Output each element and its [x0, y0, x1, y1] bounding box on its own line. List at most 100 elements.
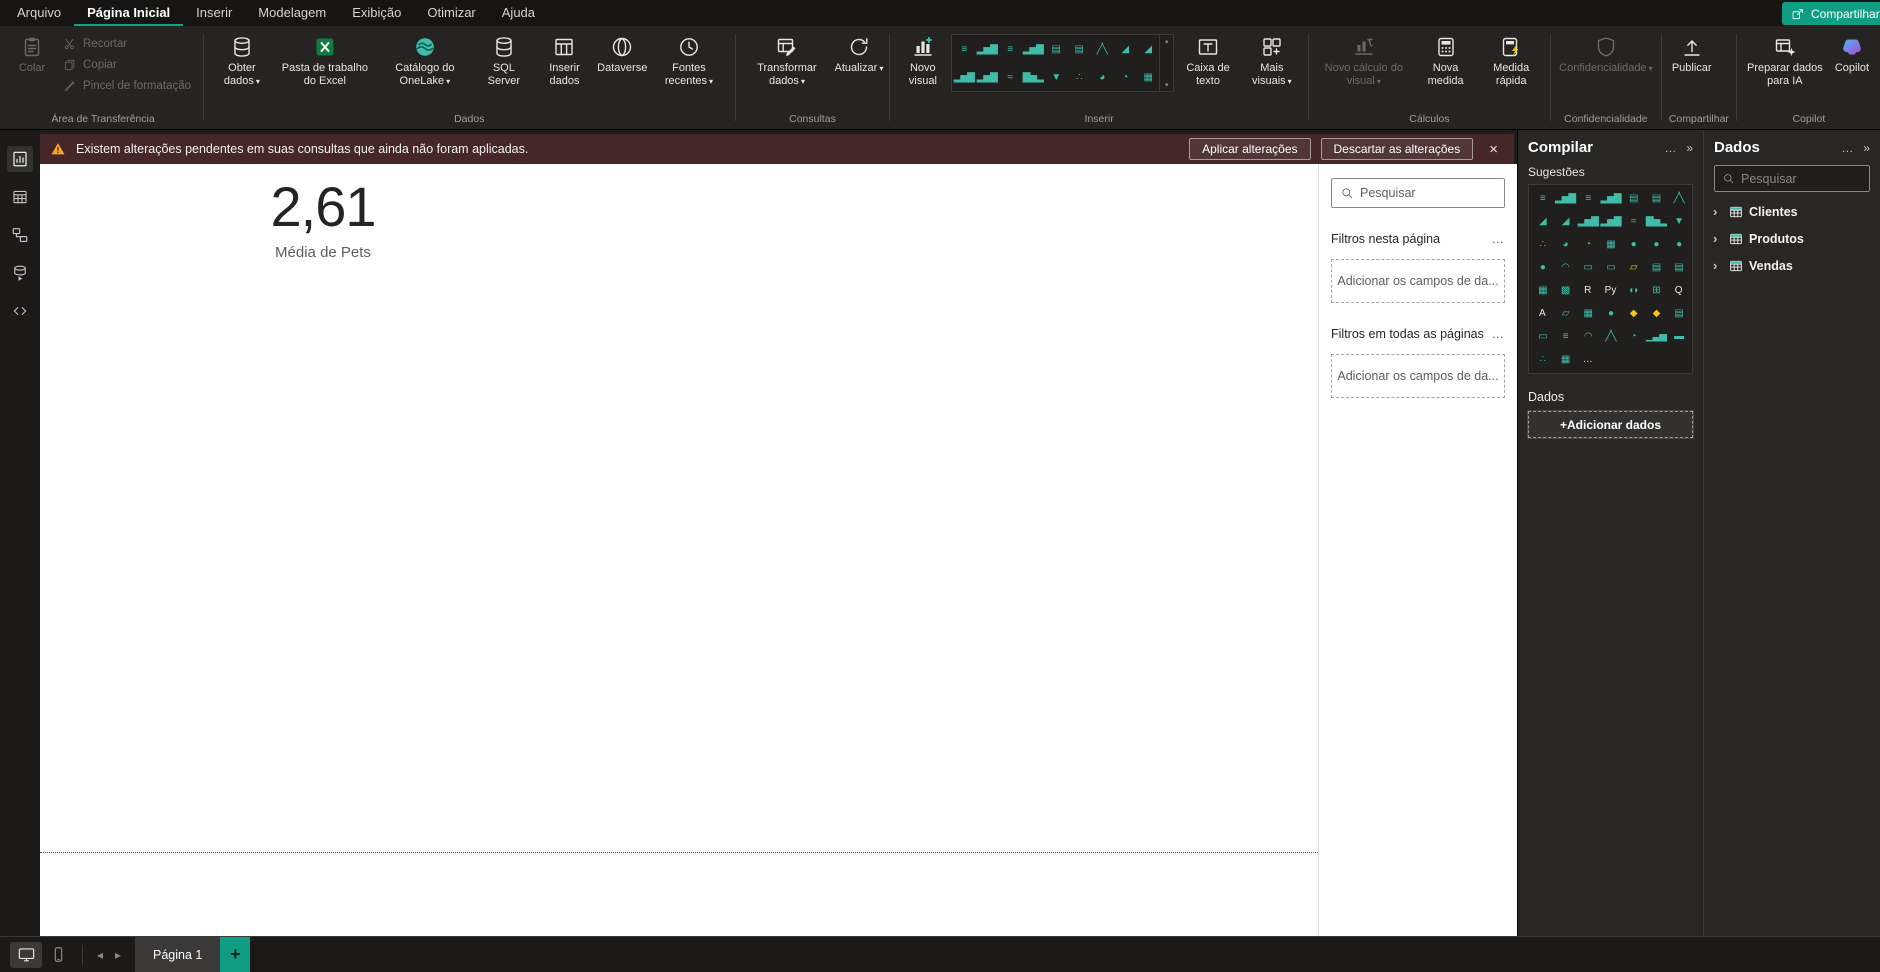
apply-changes-button[interactable]: Aplicar alterações	[1189, 138, 1311, 160]
discard-changes-button[interactable]: Descartar as alterações	[1320, 138, 1474, 160]
pincel-de-formatacao-button[interactable]: Pincel de formatação	[57, 78, 197, 94]
report-view-button[interactable]	[7, 146, 33, 172]
python-visual-icon[interactable]: Py	[1599, 279, 1622, 302]
filter-dropzone[interactable]: Adicionar os campos de da...	[1331, 259, 1505, 303]
table-item-produtos[interactable]: › Produtos	[1704, 225, 1880, 252]
nova-medida-button[interactable]: Nova medida	[1415, 29, 1477, 90]
filter-section-more-icon[interactable]: …	[1492, 232, 1506, 246]
smart-narrative-icon[interactable]: A	[1531, 302, 1554, 325]
publicar-button[interactable]: Publicar	[1668, 29, 1716, 77]
tmdl-view-button[interactable]	[7, 298, 33, 324]
table-view-button[interactable]	[7, 184, 33, 210]
table-item-vendas[interactable]: › Vendas	[1704, 252, 1880, 279]
menu-item-otimizar[interactable]: Otimizar	[414, 0, 488, 26]
share-button[interactable]: Compartilhar	[1782, 2, 1880, 25]
filter-dropzone[interactable]: Adicionar os campos de da...	[1331, 354, 1505, 398]
previous-page-arrow[interactable]: ◂	[91, 948, 109, 962]
novo-visual-button[interactable]: Novo visual	[896, 29, 949, 90]
build-pane-collapse-icon[interactable]: »	[1686, 141, 1693, 155]
report-canvas[interactable]: 2,61 Média de Pets	[40, 164, 1318, 936]
clustered-bar-chart-icon[interactable]: ≡	[1576, 187, 1599, 210]
100-stacked-bar-chart-icon[interactable]: ▤	[1622, 187, 1645, 210]
bullet-chart-icon[interactable]: ▬	[1667, 325, 1690, 348]
line-and-clustered-column-chart-icon[interactable]: ▂▅▇	[1599, 210, 1622, 233]
area-chart-icon[interactable]: ◢	[1113, 35, 1136, 63]
stacked-area-chart-icon[interactable]: ◢	[1554, 210, 1577, 233]
shape-map-icon[interactable]: ●	[1667, 233, 1690, 256]
copilot-button[interactable]: Copilot	[1829, 29, 1875, 77]
gauge-icon[interactable]: ◠	[1554, 256, 1577, 279]
banner-close-icon[interactable]: ×	[1483, 141, 1504, 158]
100-stacked-column-chart-icon[interactable]: ▤	[1645, 187, 1668, 210]
build-pane-more-icon[interactable]: …	[1664, 141, 1676, 155]
treemap-icon[interactable]: ▦	[1599, 233, 1622, 256]
treemap-icon[interactable]: ▦	[1136, 63, 1159, 91]
preparar-dados-para-ia-button[interactable]: Preparar dados para IA	[1743, 29, 1827, 90]
menu-item-modelagem[interactable]: Modelagem	[245, 0, 339, 26]
histogram-icon[interactable]: ▁▃▅	[1645, 325, 1668, 348]
menu-item-arquivo[interactable]: Arquivo	[4, 0, 74, 26]
medida-rapida-button[interactable]: Medida rápida	[1478, 29, 1544, 90]
line-chart-icon[interactable]: ╱╲	[1090, 35, 1113, 63]
ribbon-chart-icon[interactable]: ≈	[998, 63, 1021, 91]
paginated-report-icon[interactable]: ▦	[1576, 302, 1599, 325]
gallery-scroll-up-icon[interactable]: ▴	[1165, 37, 1169, 45]
mais-visuais-button[interactable]: Mais visuais ▾	[1242, 29, 1302, 90]
menu-item-pagina-inicial[interactable]: Página Inicial	[74, 0, 184, 26]
line-chart-icon[interactable]: ╱╲	[1667, 187, 1690, 210]
r-script-visual-icon[interactable]: R	[1576, 279, 1599, 302]
table-item-clientes[interactable]: › Clientes	[1704, 198, 1880, 225]
desktop-layout-button[interactable]	[10, 941, 42, 968]
caixa-de-texto-button[interactable]: Caixa de texto	[1176, 29, 1240, 90]
table-icon[interactable]: ▦	[1531, 279, 1554, 302]
key-influencers-icon[interactable]: ◖◗	[1622, 279, 1645, 302]
pasta-de-trabalho-do-excel-button[interactable]: Pasta de trabalho do Excel	[276, 29, 374, 90]
data-pane-collapse-icon[interactable]: »	[1863, 141, 1870, 155]
fontes-recentes-button[interactable]: Fontes recentes ▾	[649, 29, 728, 90]
filter-section-more-icon[interactable]: …	[1492, 327, 1506, 341]
donut-chart-icon[interactable]: ◔	[1576, 233, 1599, 256]
button-slicer-icon[interactable]: ▤	[1667, 256, 1690, 279]
stacked-bar-chart-icon[interactable]: ≡	[1531, 187, 1554, 210]
ribbon-chart-icon[interactable]: ≈	[1622, 210, 1645, 233]
clustered-bar-chart-icon[interactable]: ≡	[998, 35, 1021, 63]
arcgis-map-icon[interactable]: ●	[1599, 302, 1622, 325]
filters-search-input[interactable]	[1360, 186, 1496, 200]
metrics-icon[interactable]: ▱	[1554, 302, 1577, 325]
clustered-column-chart-icon[interactable]: ▂▅▇	[1021, 35, 1044, 63]
recortar-button[interactable]: Recortar	[57, 36, 197, 52]
add-data-button[interactable]: +Adicionar dados	[1527, 410, 1694, 439]
slicer-icon[interactable]: ▤	[1645, 256, 1668, 279]
paste-button[interactable]: Colar	[9, 29, 55, 77]
data-search-input[interactable]	[1741, 171, 1862, 186]
stacked-column-chart-icon[interactable]: ▂▅▇	[975, 35, 998, 63]
menu-item-ajuda[interactable]: Ajuda	[489, 0, 548, 26]
matrix-icon[interactable]: ▩	[1554, 279, 1577, 302]
multi-row-card-icon[interactable]: ▭	[1599, 256, 1622, 279]
card-icon[interactable]: ▭	[1576, 256, 1599, 279]
next-page-arrow[interactable]: ▸	[109, 948, 127, 962]
pie-chart-icon[interactable]: ◕	[1554, 233, 1577, 256]
heatmap-icon[interactable]: ▦	[1554, 348, 1577, 371]
new-page-button[interactable]: +	[220, 937, 251, 972]
confidencialidade-button[interactable]: Confidencialidade ▾	[1557, 29, 1655, 77]
stacked-bar-chart-icon[interactable]: ≡	[952, 35, 975, 63]
sunburst-icon[interactable]: ◔	[1622, 325, 1645, 348]
kpi-icon[interactable]: ▱	[1622, 256, 1645, 279]
line-and-stacked-column-chart-icon[interactable]: ▂▅▇	[1576, 210, 1599, 233]
sql-server-button[interactable]: SQL Server	[476, 29, 532, 90]
scatter-chart-icon[interactable]: ∴	[1531, 233, 1554, 256]
stacked-area-chart-icon[interactable]: ◢	[1136, 35, 1159, 63]
power-apps-icon[interactable]: ◆	[1622, 302, 1645, 325]
stacked-column-chart-icon[interactable]: ▂▅▇	[1554, 187, 1577, 210]
funnel-chart-icon[interactable]: ▼	[1044, 63, 1067, 91]
pie-chart-icon[interactable]: ◕	[1090, 63, 1113, 91]
copiar-button[interactable]: Copiar	[57, 57, 197, 73]
filled-map-icon[interactable]: ●	[1645, 233, 1668, 256]
accordion-icon[interactable]: ≡	[1554, 325, 1577, 348]
qa-visual-icon[interactable]: Q	[1667, 279, 1690, 302]
waterfall-chart-icon[interactable]: ▇▅▂	[1645, 210, 1668, 233]
line-and-stacked-column-chart-icon[interactable]: ▂▅▇	[952, 63, 975, 91]
card-visual[interactable]: 2,61 Média de Pets	[228, 176, 418, 261]
dax-query-view-button[interactable]	[7, 260, 33, 286]
